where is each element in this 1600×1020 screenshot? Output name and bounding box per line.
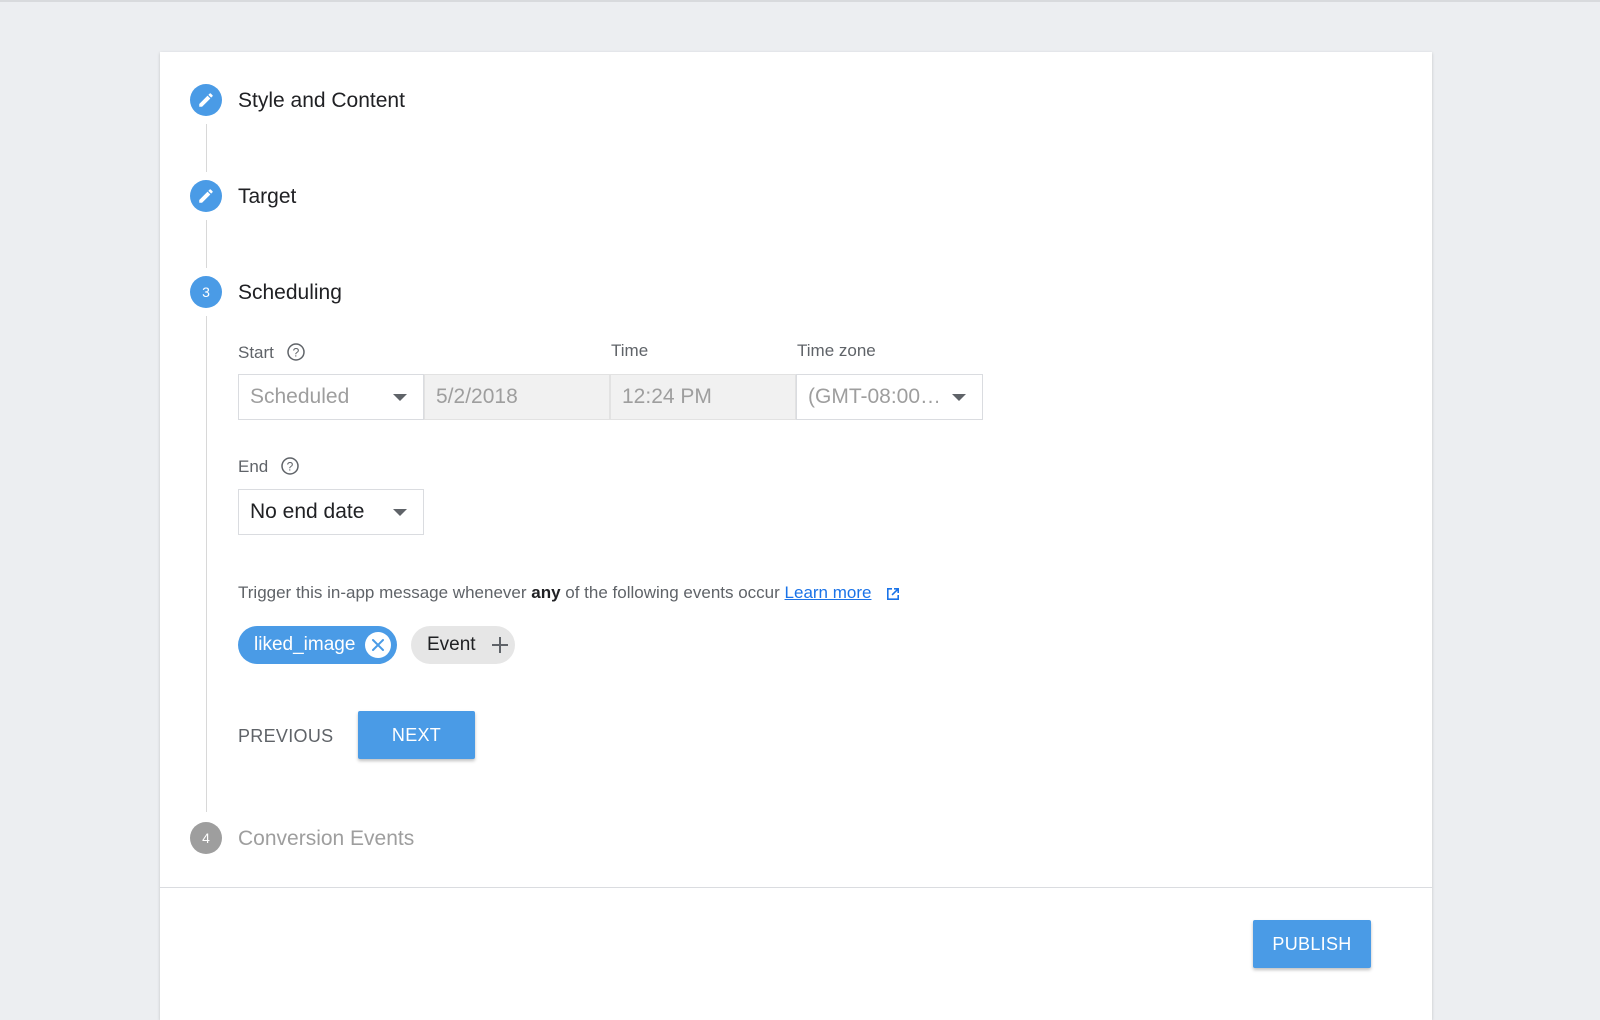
end-mode-select[interactable]: No end date bbox=[238, 489, 424, 535]
event-chip-label: liked_image bbox=[254, 634, 356, 655]
event-chip[interactable]: liked_image bbox=[238, 626, 398, 664]
start-date-field[interactable]: 5/2/2018 bbox=[424, 374, 610, 420]
step-1-title[interactable]: Style and Content bbox=[238, 90, 405, 111]
external-link-icon[interactable] bbox=[884, 585, 902, 603]
help-circle-icon[interactable]: ? bbox=[286, 342, 306, 362]
svg-text:?: ? bbox=[293, 346, 300, 360]
learn-more-link[interactable]: Learn more bbox=[785, 583, 872, 602]
trigger-bold: any bbox=[531, 583, 561, 602]
start-time-value: 12:24 PM bbox=[622, 385, 712, 408]
trigger-prefix: Trigger this in-app message whenever bbox=[238, 583, 527, 602]
plus-icon bbox=[490, 635, 510, 655]
svg-text:?: ? bbox=[287, 460, 294, 474]
start-date-value: 5/2/2018 bbox=[436, 385, 518, 408]
publish-button[interactable]: PUBLISH bbox=[1253, 920, 1371, 968]
end-label: End bbox=[238, 456, 269, 476]
step-3-title: Scheduling bbox=[238, 281, 342, 304]
next-button[interactable]: NEXT bbox=[358, 711, 475, 759]
trigger-suffix: of the following events occur bbox=[565, 583, 780, 602]
timezone-select[interactable]: (GMT-08:00… bbox=[796, 374, 983, 420]
step-2-edit-icon[interactable] bbox=[190, 180, 222, 212]
close-circle-icon[interactable] bbox=[365, 632, 392, 658]
previous-button[interactable]: PREVIOUS bbox=[238, 726, 333, 747]
add-event-label: Event bbox=[427, 634, 476, 655]
start-mode-value: Scheduled bbox=[250, 385, 350, 408]
end-label-group: End ? bbox=[238, 456, 300, 476]
trigger-description: Trigger this in-app message whenever any… bbox=[238, 584, 902, 603]
step-connector bbox=[206, 220, 207, 268]
end-mode-value: No end date bbox=[250, 500, 365, 523]
step-3-number: 3 bbox=[190, 276, 222, 308]
caret-down-icon bbox=[952, 394, 966, 401]
start-time-field[interactable]: 12:24 PM bbox=[610, 374, 796, 420]
start-label: Start bbox=[238, 342, 274, 362]
pencil-icon bbox=[199, 93, 213, 107]
help-circle-icon[interactable]: ? bbox=[280, 456, 300, 476]
timezone-label: Time zone bbox=[797, 341, 876, 360]
step-connector bbox=[206, 124, 207, 172]
top-border bbox=[0, 0, 1600, 2]
step-connector bbox=[206, 316, 207, 812]
caret-down-icon bbox=[393, 394, 407, 401]
step-4-title[interactable]: Conversion Events bbox=[238, 828, 414, 849]
campaign-stepper-card: Style and Content Target 3 Scheduling St… bbox=[160, 52, 1432, 1020]
footer-divider bbox=[160, 887, 1432, 888]
step-4-number: 4 bbox=[190, 822, 222, 854]
add-event-chip[interactable]: Event bbox=[411, 626, 515, 664]
pencil-icon bbox=[199, 189, 213, 203]
step-1-edit-icon[interactable] bbox=[190, 84, 222, 116]
step-2-title[interactable]: Target bbox=[238, 186, 296, 207]
timezone-value: (GMT-08:00… bbox=[808, 385, 938, 408]
start-mode-select[interactable]: Scheduled bbox=[238, 374, 424, 420]
caret-down-icon bbox=[393, 509, 407, 516]
start-label-group: Start ? bbox=[238, 342, 306, 362]
time-label: Time bbox=[611, 341, 649, 360]
